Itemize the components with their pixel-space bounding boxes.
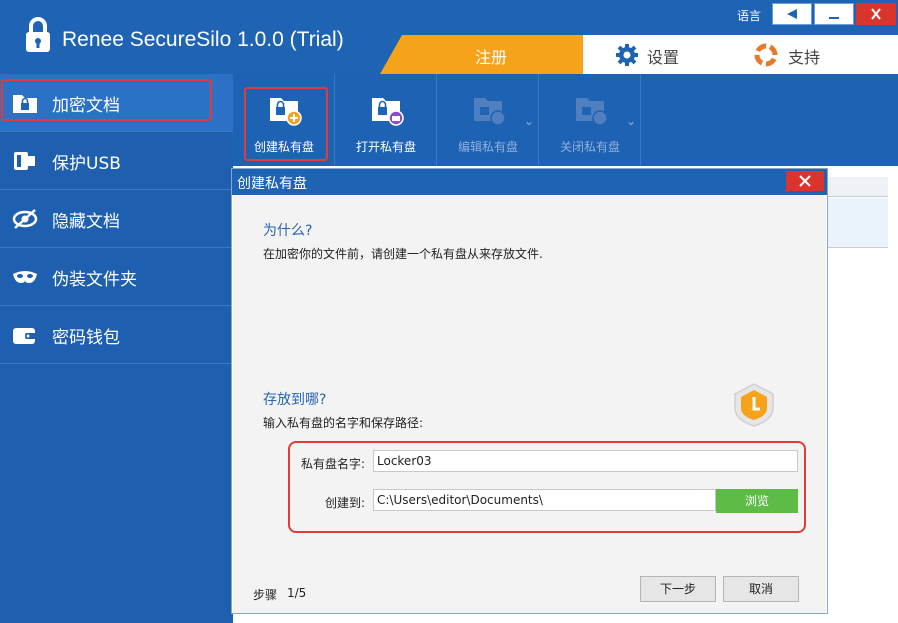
wallet-icon xyxy=(13,328,36,344)
folder-lock-open-icon xyxy=(372,98,404,126)
where-title: 存放到哪? xyxy=(263,392,327,408)
sidebar-item-label: 保护USB xyxy=(52,154,121,174)
sidebar-item-password-wallet[interactable]: 密码钱包 xyxy=(0,306,233,364)
where-description: 输入私有盘的名字和保存路径: xyxy=(263,416,424,430)
close-locker-button[interactable]: ⌄ 关闭私有盘 xyxy=(539,74,641,166)
list-row xyxy=(826,198,888,248)
tab-support[interactable]: 支持 xyxy=(740,35,898,74)
list-header xyxy=(826,177,888,197)
tab-support-label: 支持 xyxy=(788,48,821,67)
open-locker-label: 打开私有盘 xyxy=(355,140,416,154)
dialog-body: 为什么? 在加密你的文件前，请创建一个私有盘从来存放文件. 存放到哪? 输入私有… xyxy=(233,196,826,613)
shield-lock-icon xyxy=(734,383,774,427)
cancel-button[interactable]: 取消 xyxy=(723,576,799,602)
create-locker-dialog: 创建私有盘 为什么? 在加密你的文件前，请创建一个私有盘从来存放文件. 存放到哪… xyxy=(231,168,828,614)
chevron-down-icon: ⌄ xyxy=(625,114,636,128)
language-select-button[interactable] xyxy=(772,3,812,25)
tab-settings-label: 设置 xyxy=(647,48,680,67)
next-button[interactable]: 下一步 xyxy=(640,576,716,602)
step-value: 1/5 xyxy=(287,586,307,600)
app-title: Renee SecureSilo 1.0.0 (Trial) xyxy=(62,28,344,51)
step-label: 步骤 xyxy=(253,588,278,602)
close-window-button[interactable] xyxy=(856,3,896,25)
language-label[interactable]: 语言 xyxy=(737,7,761,24)
dialog-close-button[interactable] xyxy=(786,171,824,191)
tab-settings[interactable]: 设置 xyxy=(583,35,743,74)
dialog-title-bar: 创建私有盘 xyxy=(232,169,827,195)
sidebar-item-protect-usb[interactable]: 保护USB xyxy=(0,132,233,190)
sidebar-item-label: 隐藏文档 xyxy=(52,212,120,232)
title-bar: Renee SecureSilo 1.0.0 (Trial) 语言 注册 设置 xyxy=(0,0,898,74)
tab-register[interactable]: 注册 xyxy=(380,35,600,74)
minimize-button[interactable] xyxy=(814,3,854,25)
toolbar: 创建私有盘 打开私有盘 ⌄ 编辑私有盘 ⌄ 关闭私有盘 xyxy=(233,74,898,166)
why-title: 为什么? xyxy=(263,223,313,239)
mask-icon xyxy=(13,271,37,283)
gear-icon xyxy=(616,44,638,66)
sidebar-item-label: 伪装文件夹 xyxy=(52,270,137,290)
why-description: 在加密你的文件前，请创建一个私有盘从来存放文件. xyxy=(263,247,543,261)
sidebar-item-hide-docs[interactable]: 隐藏文档 xyxy=(0,190,233,248)
dialog-title: 创建私有盘 xyxy=(237,176,307,192)
edit-locker-button[interactable]: ⌄ 编辑私有盘 xyxy=(437,74,539,166)
padlock-logo-icon xyxy=(26,17,50,52)
close-locker-label: 关闭私有盘 xyxy=(559,140,620,154)
highlight-box-create xyxy=(244,87,328,161)
highlight-box-fields xyxy=(288,441,806,533)
sidebar: 加密文档 保护USB 隐藏文档 伪装文件夹 密码钱包 xyxy=(0,74,233,623)
triangle-left-icon xyxy=(787,9,797,19)
close-icon xyxy=(799,175,811,187)
sidebar-item-label: 密码钱包 xyxy=(52,328,120,348)
highlight-box-sidebar xyxy=(1,79,212,121)
chevron-down-icon: ⌄ xyxy=(523,114,534,128)
folder-lock-close-icon xyxy=(576,98,608,126)
tab-register-label: 注册 xyxy=(475,48,508,67)
eye-slash-icon xyxy=(12,209,38,229)
minimize-icon xyxy=(829,17,839,19)
open-locker-button[interactable]: 打开私有盘 xyxy=(335,74,437,166)
lifebuoy-icon xyxy=(754,43,778,67)
close-icon xyxy=(871,8,881,20)
usb-icon xyxy=(14,152,35,170)
edit-locker-label: 编辑私有盘 xyxy=(457,140,518,154)
sidebar-item-disguise-folder[interactable]: 伪装文件夹 xyxy=(0,248,233,306)
folder-lock-edit-icon xyxy=(474,98,506,126)
